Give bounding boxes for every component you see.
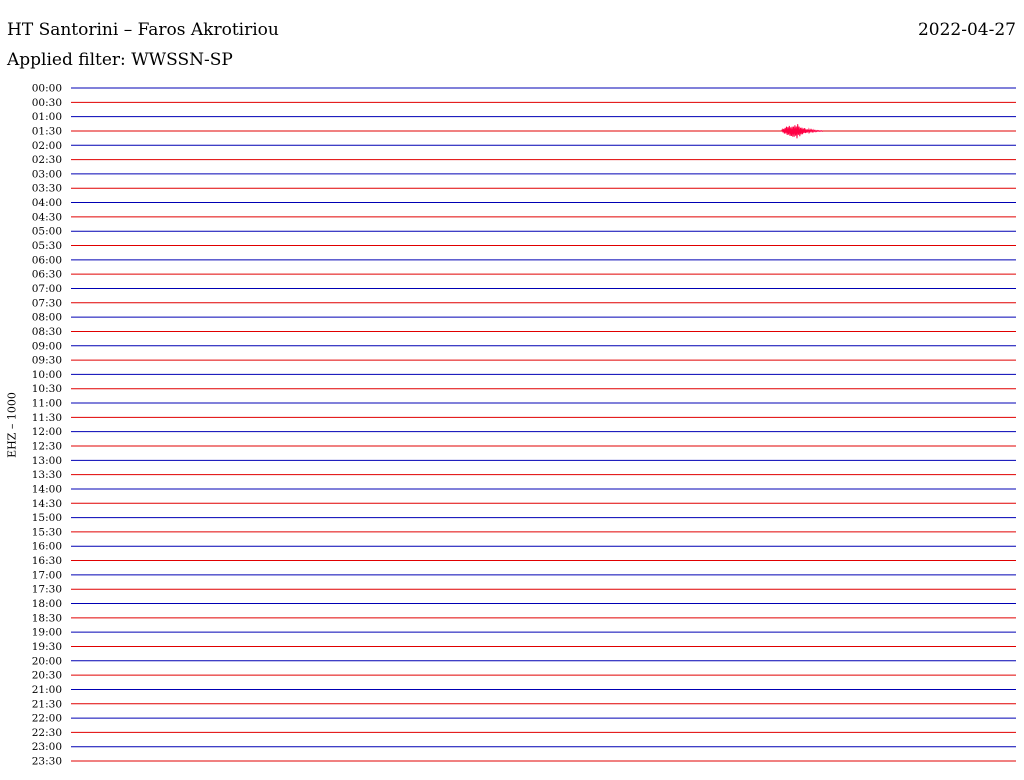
row-time-label: 16:00 bbox=[32, 541, 62, 553]
row-time-label: 04:30 bbox=[32, 211, 62, 223]
row-time-label: 11:00 bbox=[32, 398, 62, 410]
row-time-label: 17:00 bbox=[32, 569, 62, 581]
row-time-label: 12:00 bbox=[32, 426, 62, 438]
row-time-label: 15:30 bbox=[32, 526, 62, 538]
row-time-label: 20:00 bbox=[32, 655, 62, 667]
row-time-label: 05:30 bbox=[32, 240, 62, 252]
row-time-label: 22:30 bbox=[32, 727, 62, 739]
row-time-label: 19:30 bbox=[32, 641, 62, 653]
row-time-label: 03:00 bbox=[32, 168, 62, 180]
row-time-label: 00:30 bbox=[32, 97, 62, 109]
row-time-label: 08:00 bbox=[32, 312, 62, 324]
row-time-label: 16:30 bbox=[32, 555, 62, 567]
row-time-label: 10:30 bbox=[32, 383, 62, 395]
row-time-label: 11:30 bbox=[32, 412, 62, 424]
row-time-label: 18:30 bbox=[32, 612, 62, 624]
row-time-label: 04:00 bbox=[32, 197, 62, 209]
row-time-label: 03:30 bbox=[32, 183, 62, 195]
row-time-label: 05:00 bbox=[32, 226, 62, 238]
row-time-label: 06:00 bbox=[32, 254, 62, 266]
row-time-label: 13:30 bbox=[32, 469, 62, 481]
row-time-label: 23:30 bbox=[32, 756, 62, 768]
helicorder-chart: 00:00 00:30 01:00 01:30 02:00 02:30 03:00 03:30… bbox=[32, 83, 1016, 768]
row-time-label: 15:00 bbox=[32, 512, 62, 524]
row-time-label: 01:00 bbox=[32, 111, 62, 123]
row-time-label: 12:30 bbox=[32, 441, 62, 453]
row-time-label: 01:30 bbox=[32, 125, 62, 137]
row-time-label: 07:00 bbox=[32, 283, 62, 295]
row-time-label: 20:30 bbox=[32, 670, 62, 682]
row-time-label: 23:00 bbox=[32, 741, 62, 753]
row-time-label: 07:30 bbox=[32, 297, 62, 309]
row-time-label: 00:00 bbox=[32, 83, 62, 95]
row-time-label: 02:30 bbox=[32, 154, 62, 166]
row-time-label: 19:00 bbox=[32, 627, 62, 639]
row-time-label: 14:30 bbox=[32, 498, 62, 510]
row-time-label: 18:00 bbox=[32, 598, 62, 610]
row-time-label: 21:00 bbox=[32, 684, 62, 696]
row-time-label: 22:00 bbox=[32, 713, 62, 725]
row-time-label: 09:00 bbox=[32, 340, 62, 352]
row-time-label: 10:00 bbox=[32, 369, 62, 381]
row-time-label: 14:00 bbox=[32, 483, 62, 495]
row-time-label: 17:30 bbox=[32, 584, 62, 596]
row-time-label: 08:30 bbox=[32, 326, 62, 338]
row-time-label: 09:30 bbox=[32, 355, 62, 367]
seismic-event-trace bbox=[781, 124, 823, 139]
row-time-label: 06:30 bbox=[32, 269, 62, 281]
row-time-label: 13:00 bbox=[32, 455, 62, 467]
row-time-label: 21:30 bbox=[32, 698, 62, 710]
row-time-label: 02:00 bbox=[32, 140, 62, 152]
